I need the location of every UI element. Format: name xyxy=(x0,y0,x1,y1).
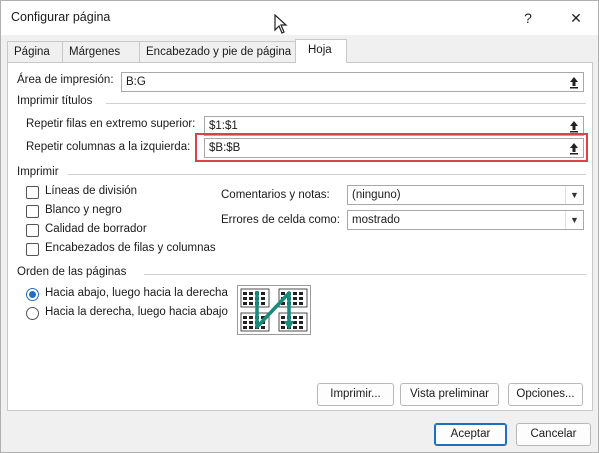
comments-label: Comentarios y notas: xyxy=(221,189,330,201)
page-setup-dialog: Configurar página ? ✕ Página Márgenes En… xyxy=(0,0,599,453)
errors-value: mostrado xyxy=(352,214,400,226)
chevron-down-icon: ▼ xyxy=(565,211,583,229)
window-title: Configurar página xyxy=(11,10,111,24)
print-titles-group-label: Imprimir títulos xyxy=(17,95,93,107)
errors-select[interactable]: mostrado ▼ xyxy=(347,210,584,230)
group-divider xyxy=(144,274,586,275)
repeat-cols-input[interactable]: $B:$B xyxy=(204,138,584,158)
black-white-label: Blanco y negro xyxy=(45,204,122,216)
tab-margenes[interactable]: Márgenes xyxy=(62,41,140,63)
draft-quality-label: Calidad de borrador xyxy=(45,223,147,235)
title-bar: Configurar página ? ✕ xyxy=(1,1,598,35)
accept-button[interactable]: Aceptar xyxy=(434,423,507,446)
comments-value: (ninguno) xyxy=(352,189,401,201)
collapse-dialog-icon[interactable] xyxy=(567,141,581,155)
gridlines-label: Líneas de división xyxy=(45,185,138,197)
tab-label: Márgenes xyxy=(69,46,121,58)
tab-pagina[interactable]: Página xyxy=(7,41,63,63)
close-button[interactable]: ✕ xyxy=(562,5,590,31)
options-button[interactable]: Opciones... xyxy=(508,383,583,406)
tab-label: Encabezado y pie de página xyxy=(146,46,292,58)
order-down-then-over-label: Hacia abajo, luego hacia la derecha xyxy=(45,287,228,299)
order-over-then-down-radio[interactable] xyxy=(26,307,39,320)
print-group-label: Imprimir xyxy=(17,166,59,178)
print-area-input[interactable]: B:G xyxy=(121,72,584,92)
cancel-button[interactable]: Cancelar xyxy=(516,423,591,446)
mouse-cursor-icon xyxy=(274,14,288,34)
errors-label: Errores de celda como: xyxy=(221,214,340,226)
tab-encabezado[interactable]: Encabezado y pie de página xyxy=(139,41,296,63)
black-white-checkbox[interactable] xyxy=(26,205,39,218)
group-divider xyxy=(68,174,586,175)
order-down-then-over-radio[interactable] xyxy=(26,288,39,301)
print-area-value: B:G xyxy=(126,76,146,88)
page-order-preview-icon xyxy=(237,285,311,335)
row-col-headings-label: Encabezados de filas y columnas xyxy=(45,242,216,254)
comments-select[interactable]: (ninguno) ▼ xyxy=(347,185,584,205)
repeat-cols-label: Repetir columnas a la izquierda: xyxy=(26,141,191,153)
help-button[interactable]: ? xyxy=(514,5,542,31)
print-preview-button[interactable]: Vista preliminar xyxy=(400,383,499,406)
repeat-rows-label: Repetir filas en extremo superior: xyxy=(26,118,196,130)
order-over-then-down-label: Hacia la derecha, luego hacia abajo xyxy=(45,306,228,318)
repeat-cols-value: $B:$B xyxy=(209,142,241,154)
tab-label: Hoja xyxy=(308,44,332,56)
print-area-label: Área de impresión: xyxy=(17,74,114,86)
chevron-down-icon: ▼ xyxy=(565,186,583,204)
draft-quality-checkbox[interactable] xyxy=(26,224,39,237)
gridlines-checkbox[interactable] xyxy=(26,186,39,199)
print-button[interactable]: Imprimir... xyxy=(317,383,394,406)
collapse-dialog-icon[interactable] xyxy=(567,75,581,89)
sheet-tab-panel: Área de impresión: B:G Imprimir títulos … xyxy=(7,62,593,411)
row-col-headings-checkbox[interactable] xyxy=(26,243,39,256)
tab-label: Página xyxy=(14,46,50,58)
collapse-dialog-icon[interactable] xyxy=(567,119,581,133)
tab-hoja[interactable]: Hoja xyxy=(295,39,347,63)
page-order-group-label: Orden de las páginas xyxy=(17,266,127,278)
group-divider xyxy=(106,103,586,104)
